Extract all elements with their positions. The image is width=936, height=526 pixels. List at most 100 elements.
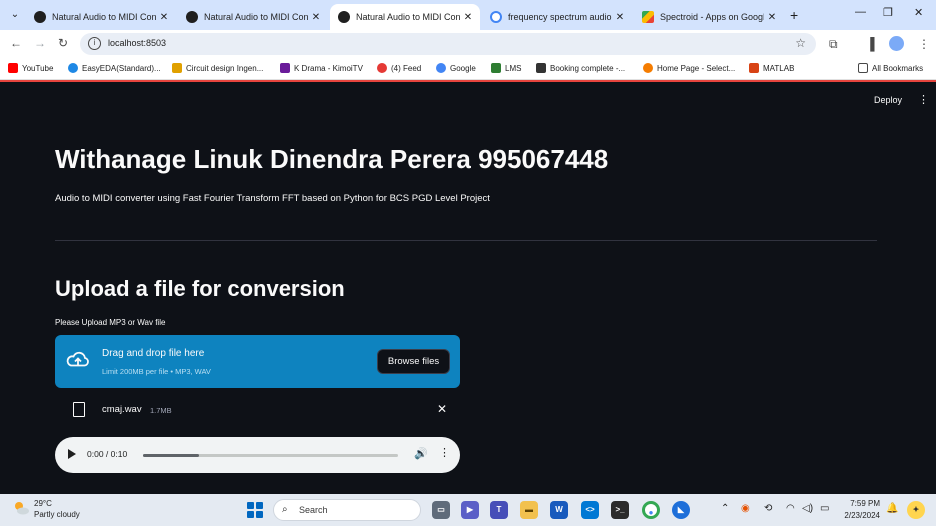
remove-file-icon[interactable]: ✕ xyxy=(437,402,447,416)
close-tab-icon[interactable]: ✕ xyxy=(764,12,780,23)
browser-tab[interactable]: frequency spectrum audio s ✕ xyxy=(482,4,632,30)
profile-avatar-icon[interactable] xyxy=(889,36,904,51)
bookmark-easyeda[interactable]: EasyEDA(Standard)... xyxy=(68,63,161,73)
url-text[interactable]: localhost:8503 xyxy=(108,38,166,48)
back-icon[interactable]: ← xyxy=(10,36,22,50)
tray-sync-icon[interactable]: ⟲ xyxy=(764,503,772,514)
meet-icon[interactable]: ▶ xyxy=(461,501,479,519)
tray-overflow-icon[interactable]: ⌃ xyxy=(721,503,729,514)
browser-tab[interactable]: Spectroid - Apps on Google ✕ xyxy=(634,4,784,30)
address-bar[interactable]: i localhost:8503 ☆ xyxy=(80,33,816,55)
battery-icon[interactable]: ▭ xyxy=(820,503,829,514)
bookmark-kdrama[interactable]: K Drama - KimoiTV xyxy=(280,63,363,73)
play-icon[interactable] xyxy=(68,449,76,459)
chrome-icon[interactable]: ● xyxy=(642,501,660,519)
tab-title: Natural Audio to MIDI Conv xyxy=(204,12,308,22)
bookmark-home-page[interactable]: Home Page - Select... xyxy=(643,63,735,73)
google-play-icon xyxy=(642,11,654,23)
taskbar-date[interactable]: 2/23/2024 xyxy=(832,511,880,520)
weather-temperature[interactable]: 29°C xyxy=(34,499,52,508)
feed-icon xyxy=(377,63,387,73)
restore-icon[interactable]: ❐ xyxy=(883,6,893,19)
tray-app-icon[interactable]: ◉ xyxy=(741,503,750,514)
app-menu-icon[interactable]: ⋮ xyxy=(918,93,929,106)
task-view-icon[interactable]: ▭ xyxy=(432,501,450,519)
streamlit-icon xyxy=(34,11,46,23)
audio-seek-bar[interactable] xyxy=(143,454,398,457)
bookmark-lms[interactable]: LMS xyxy=(491,63,521,73)
teams-icon[interactable]: T xyxy=(490,501,508,519)
reload-icon[interactable]: ↻ xyxy=(58,36,68,50)
extensions-icon[interactable]: ⧉ xyxy=(829,37,838,52)
file-dropzone[interactable]: Drag and drop file here Limit 200MB per … xyxy=(55,335,460,388)
browser-tab-strip: ⌄ Natural Audio to MIDI Conv ✕ Natural A… xyxy=(0,0,936,30)
file-explorer-icon[interactable]: ▬ xyxy=(520,501,538,519)
streamlit-icon xyxy=(338,11,350,23)
dropzone-limit: Limit 200MB per file • MP3, WAV xyxy=(102,367,211,376)
section-heading: Upload a file for conversion xyxy=(55,276,345,301)
forward-icon[interactable]: → xyxy=(34,36,46,50)
tab-search-chevron-icon[interactable]: ⌄ xyxy=(6,6,24,24)
bookmark-booking[interactable]: Booking complete -... xyxy=(536,63,625,73)
terminal-icon[interactable]: >_ xyxy=(611,501,629,519)
minimize-icon[interactable]: — xyxy=(855,6,866,18)
browse-files-button[interactable]: Browse files xyxy=(377,349,450,374)
all-bookmarks[interactable]: All Bookmarks xyxy=(858,63,923,73)
volume-icon[interactable]: 🔊 xyxy=(414,447,428,460)
close-tab-icon[interactable]: ✕ xyxy=(612,12,628,23)
bookmark-label: Circuit design Ingen... xyxy=(186,63,264,73)
close-tab-icon[interactable]: ✕ xyxy=(308,12,324,23)
deploy-button[interactable]: Deploy xyxy=(874,95,902,105)
kimoitv-icon xyxy=(280,63,290,73)
partly-cloudy-icon[interactable] xyxy=(12,499,30,517)
bookmark-circuit-design[interactable]: Circuit design Ingen... xyxy=(172,63,263,73)
audio-progress-fill xyxy=(143,454,200,457)
page-subtitle: Audio to MIDI converter using Fast Fouri… xyxy=(55,193,490,204)
youtube-icon xyxy=(8,63,18,73)
chrome-menu-icon[interactable]: ⋮ xyxy=(918,37,930,51)
cloud-upload-icon xyxy=(66,351,89,367)
browser-tab[interactable]: Natural Audio to MIDI Conv ✕ xyxy=(178,4,328,30)
bookmark-matlab[interactable]: MATLAB xyxy=(749,63,794,73)
bookmark-youtube[interactable]: YouTube xyxy=(8,63,53,73)
bookmark-star-icon[interactable]: ☆ xyxy=(795,36,806,50)
wifi-icon[interactable]: ◠ xyxy=(786,503,795,514)
windows-start-icon[interactable] xyxy=(247,502,263,518)
divider xyxy=(55,240,877,241)
bookmark-label: (4) Feed xyxy=(391,63,422,73)
speaker-icon[interactable]: ◁) xyxy=(802,503,813,514)
notifications-icon[interactable]: 🔔 xyxy=(886,503,898,514)
app-icon[interactable]: ◣ xyxy=(672,501,690,519)
close-window-icon[interactable]: ✕ xyxy=(914,6,923,19)
browser-tab[interactable]: Natural Audio to MIDI Conv ✕ xyxy=(26,4,176,30)
vscode-icon[interactable]: <> xyxy=(581,501,599,519)
uploaded-file-name: cmaj.wav xyxy=(102,404,142,415)
close-tab-icon[interactable]: ✕ xyxy=(460,12,476,23)
page-title: Withanage Linuk Dinendra Perera 99506744… xyxy=(55,144,609,174)
taskbar-clock[interactable]: 7:59 PM xyxy=(840,499,880,508)
weather-condition[interactable]: Partly cloudy xyxy=(34,510,80,519)
home-page-icon xyxy=(643,63,653,73)
bookmark-feed[interactable]: (4) Feed xyxy=(377,63,421,73)
copilot-icon[interactable]: ✦ xyxy=(907,501,925,519)
browser-tab-active[interactable]: Natural Audio to MIDI Conv ✕ xyxy=(330,4,480,30)
streamlit-icon xyxy=(186,11,198,23)
audio-time: 0:00 / 0:10 xyxy=(87,449,128,459)
dropzone-instructions: Drag and drop file here xyxy=(102,348,205,359)
bookmark-label: MATLAB xyxy=(763,63,795,73)
audio-more-options-icon[interactable]: ⋮ xyxy=(439,446,450,459)
lms-icon xyxy=(491,63,501,73)
side-panel-icon[interactable]: ▐ xyxy=(866,37,875,51)
all-bookmarks-label: All Bookmarks xyxy=(872,63,924,73)
booking-icon xyxy=(536,63,546,73)
close-tab-icon[interactable]: ✕ xyxy=(156,12,172,23)
taskbar-search[interactable]: ⌕ Search xyxy=(273,499,421,521)
word-icon[interactable]: W xyxy=(550,501,568,519)
tab-title: Natural Audio to MIDI Conv xyxy=(52,12,156,22)
uploader-label: Please Upload MP3 or Wav file xyxy=(55,318,166,327)
site-info-icon[interactable]: i xyxy=(88,37,101,50)
audio-player: 0:00 / 0:10 🔊 ⋮ xyxy=(55,437,460,473)
bookmark-google[interactable]: Google xyxy=(436,63,476,73)
new-tab-icon[interactable]: + xyxy=(790,7,798,23)
tab-title: Natural Audio to MIDI Conv xyxy=(356,12,460,22)
